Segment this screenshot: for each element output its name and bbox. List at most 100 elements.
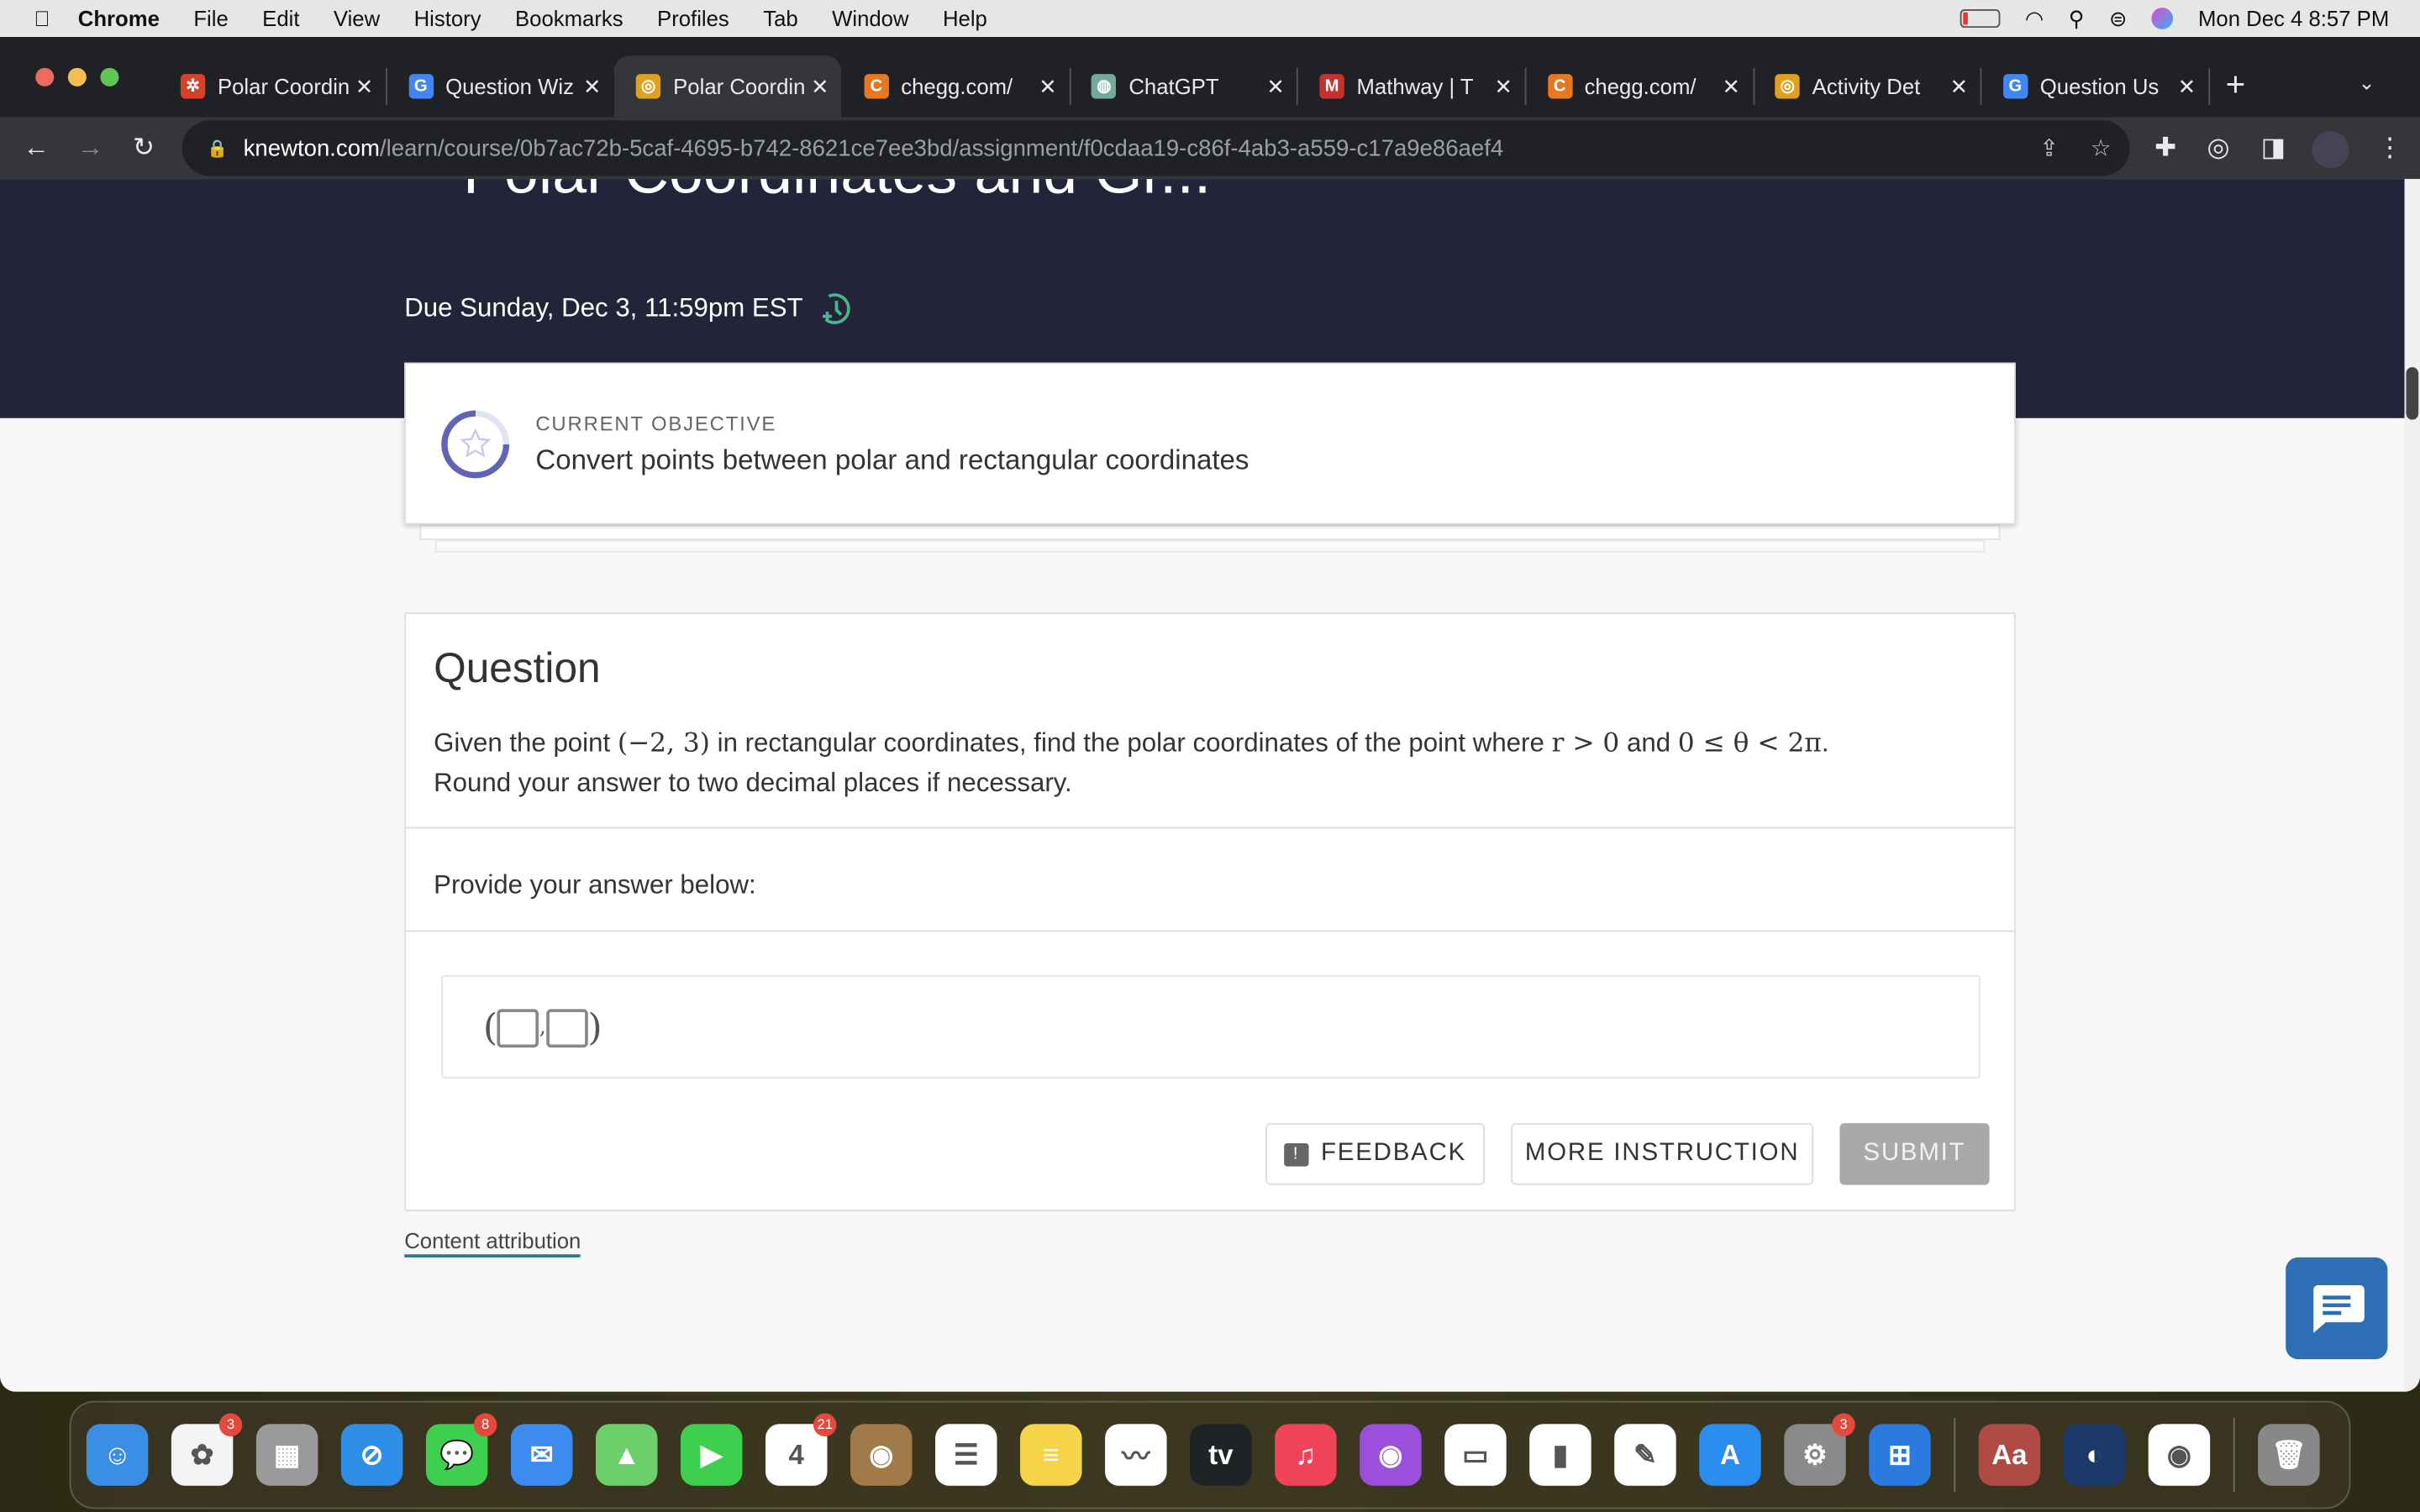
dock-app-steam[interactable]: ◐ [2063, 1424, 2126, 1486]
menu-bookmarks[interactable]: Bookmarks [515, 6, 623, 30]
dock-app-calendar[interactable]: 4 21 [765, 1413, 837, 1486]
menu-help[interactable]: Help [943, 6, 987, 30]
bookmark-star-icon[interactable]: ☆ [2091, 134, 2112, 162]
dock-app-freeform[interactable]: 〰 [1105, 1424, 1167, 1486]
tab-close-icon[interactable]: ✕ [811, 73, 829, 99]
dock-app-messages[interactable]: 💬 8 [425, 1413, 497, 1486]
reload-button[interactable]: ↻ [133, 133, 155, 164]
dock-app-photos[interactable]: ✿ 3 [171, 1413, 243, 1486]
dock-app-launchpad[interactable]: ▦ [255, 1424, 318, 1486]
minimize-window-button[interactable] [67, 67, 87, 87]
tab-favicon-icon: ◍ [1092, 74, 1117, 99]
browser-tab[interactable]: G Question Us ✕ [1981, 55, 2210, 117]
dock-app-contacts[interactable]: ◉ [850, 1424, 913, 1486]
scrollbar-thumb[interactable] [2406, 367, 2419, 420]
tab-close-icon[interactable]: ✕ [1723, 73, 1741, 99]
dock-app-app-store[interactable]: A [1699, 1424, 1761, 1486]
dock-app-notes[interactable]: ≡ [1020, 1424, 1082, 1486]
browser-tab[interactable]: M Mathway | T ✕ [1298, 55, 1527, 117]
spotlight-icon[interactable]: ⚲ [2069, 5, 2085, 31]
side-panel-icon[interactable]: ◨ [2261, 133, 2286, 164]
menu-history[interactable]: History [414, 6, 481, 30]
clock[interactable]: Mon Dec 4 8:57 PM [2198, 6, 2389, 30]
chat-button[interactable] [2286, 1257, 2388, 1360]
dock-app-safari[interactable]: ⊘ [340, 1424, 403, 1486]
dock-app-reminders[interactable]: ☰ [935, 1424, 997, 1486]
tab-title: Activity Det [1812, 74, 1921, 99]
theta-input[interactable] [545, 1008, 588, 1047]
browser-tab[interactable]: ◍ ChatGPT ✕ [1071, 55, 1299, 117]
scrollbar[interactable] [2404, 179, 2420, 1392]
browser-tab[interactable]: ◎ Polar Coordinates✕ [614, 55, 842, 118]
content-attribution-link[interactable]: Content attribution [404, 1228, 581, 1257]
menu-file[interactable]: File [193, 6, 228, 30]
dock-app-numbers[interactable]: ▮ [1529, 1424, 1591, 1486]
new-tab-button[interactable]: + [2226, 65, 2246, 105]
dock-app-tv[interactable]: tv [1190, 1424, 1252, 1486]
wifi-icon[interactable]: ◠ [2025, 5, 2044, 31]
dock-app-system-settings[interactable]: ⚙ 3 [1784, 1413, 1855, 1486]
browser-tab[interactable]: Cchegg.com/ ✕ [1526, 55, 1754, 117]
tab-close-icon[interactable]: ✕ [1950, 73, 1969, 99]
chrome-menu-icon[interactable]: ⋮ [2377, 133, 2403, 164]
dock-app-trash[interactable]: 🗑 [2258, 1424, 2320, 1486]
tab-close-icon[interactable]: ✕ [1039, 73, 1057, 99]
close-window-button[interactable] [35, 67, 55, 87]
submit-button[interactable]: SUBMIT [1839, 1123, 1990, 1185]
due-date: Due Sunday, Dec 3, 11:59pm EST [404, 290, 855, 327]
forward-button[interactable]: → [77, 133, 103, 164]
browser-tab[interactable]: ✲ Polar Coordinates✕ [159, 55, 388, 117]
dock-app-podcasts[interactable]: ◉ [1360, 1424, 1422, 1486]
browser-tab[interactable]: Cchegg.com/ ✕ [842, 55, 1071, 117]
siri-icon[interactable] [2151, 8, 2174, 29]
dock-app-music[interactable]: ♫ [1275, 1424, 1337, 1486]
dock-app-dictionary[interactable]: Aa [1978, 1424, 2041, 1486]
tab-favicon-icon: ◎ [636, 74, 661, 99]
tab-close-icon[interactable]: ✕ [2178, 73, 2196, 99]
browser-tab[interactable]: G Question Wiz ✕ [387, 55, 616, 117]
menu-edit[interactable]: Edit [262, 6, 299, 30]
r-input[interactable] [497, 1008, 539, 1047]
dock-app-icon: ☰ [953, 1438, 979, 1470]
question-title: Question [434, 644, 601, 691]
dock-app-mail[interactable]: ✉ [510, 1424, 573, 1486]
menu-view[interactable]: View [334, 6, 380, 30]
tab-close-icon[interactable]: ✕ [1266, 73, 1285, 99]
tab-favicon-icon: ✲ [180, 74, 206, 99]
zoom-window-button[interactable] [100, 67, 119, 87]
menu-app-name[interactable]: Chrome [78, 6, 160, 30]
dock-app-chrome[interactable]: ◉ [2148, 1424, 2211, 1486]
dock-app-facetime[interactable]: ▶ [680, 1424, 743, 1486]
menu-window[interactable]: Window [832, 6, 908, 30]
back-button[interactable]: ← [24, 133, 50, 164]
menu-profiles[interactable]: Profiles [657, 6, 729, 30]
profile-avatar[interactable] [2312, 131, 2349, 169]
battery-icon[interactable] [1960, 9, 2001, 29]
extensions-icon[interactable]: ✚ [2154, 133, 2176, 164]
apple-icon[interactable]:  [34, 6, 50, 30]
tab-close-icon[interactable]: ✕ [355, 73, 374, 99]
menu-tab[interactable]: Tab [763, 6, 797, 30]
dock-app-windows[interactable]: ⊞ [1869, 1424, 1931, 1486]
browser-tab[interactable]: ◎ Activity Det ✕ [1754, 55, 1982, 117]
tab-close-icon[interactable]: ✕ [583, 73, 602, 99]
tab-close-icon[interactable]: ✕ [1494, 73, 1512, 99]
feedback-button[interactable]: ! FEEDBACK [1265, 1123, 1485, 1185]
dock-app-icon: ▭ [1462, 1438, 1489, 1470]
objective-label: CURRENT OBJECTIVE [535, 412, 777, 435]
dock-separator [1954, 1417, 1956, 1493]
dock-app-icon: ✎ [1634, 1438, 1657, 1470]
tab-favicon-icon: C [864, 74, 889, 99]
more-instruction-button[interactable]: MORE INSTRUCTION [1511, 1123, 1814, 1185]
extension-icon[interactable]: ◎ [2207, 133, 2230, 164]
clock-history-icon[interactable] [818, 290, 855, 327]
share-icon[interactable]: ⇪ [2039, 134, 2059, 162]
dock-app-pages[interactable]: ✎ [1614, 1424, 1676, 1486]
dock-app-keynote[interactable]: ▭ [1444, 1424, 1507, 1486]
divider [406, 827, 2014, 829]
address-bar[interactable]: 🔒 knewton.com/learn/course/0b7ac72b-5caf… [182, 120, 2130, 176]
dock-app-finder[interactable]: ☺ [86, 1424, 149, 1486]
tab-search-chevron-icon[interactable]: ⌄ [2359, 71, 2375, 95]
control-center-icon[interactable]: ⊜ [2109, 5, 2128, 31]
dock-app-maps[interactable]: ▲ [595, 1424, 658, 1486]
